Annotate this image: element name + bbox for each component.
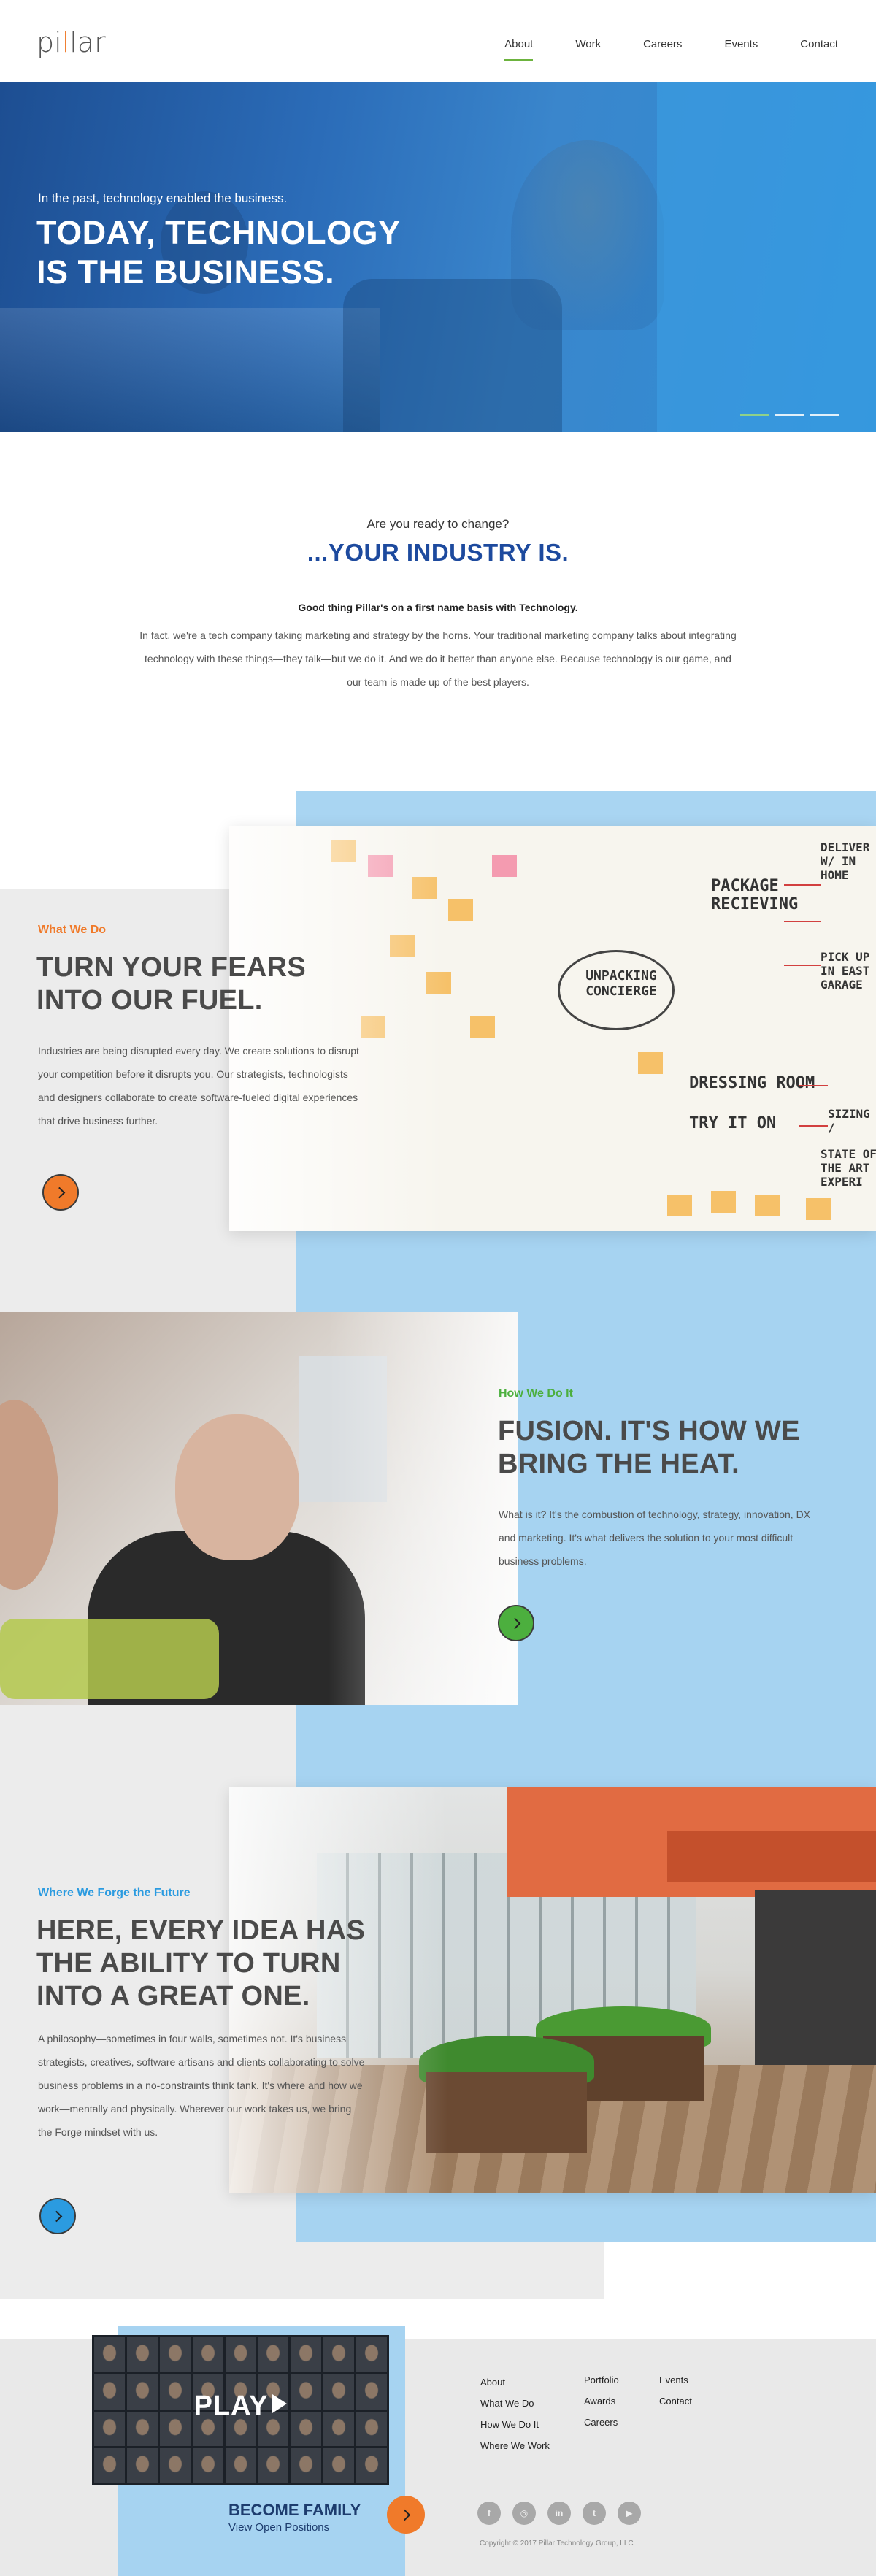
youtube-icon[interactable]: ▶ [618,2502,641,2525]
whiteboard-try: TRY IT ON [689,1114,777,1132]
nav-work[interactable]: Work [575,38,601,61]
whiteboard-pickup: PICK UP IN EAST GARAGE [821,950,870,992]
social-links: f ◎ in t ▶ [477,2502,641,2525]
intro-section: Are you ready to change? ...YOUR INDUSTR… [0,432,876,790]
footer-link-portfolio[interactable]: Portfolio [584,2369,619,2391]
forge-arrow-button[interactable] [39,2198,76,2234]
chevron-right-icon [50,2210,62,2222]
whiteboard-dressing: DRESSING ROOM [689,1074,815,1092]
footer-links-col3: Events Contact [659,2369,692,2412]
what-we-do-arrow-button[interactable] [42,1174,79,1211]
become-family-title[interactable]: BECOME FAMILY [228,2501,361,2520]
chevron-right-icon [53,1187,65,1198]
how-we-do-it-text: What is it? It's the combustion of techn… [499,1509,811,1567]
footer-link-what-we-do[interactable]: What We Do [480,2393,550,2414]
intro-body: In fact, we're a tech company taking mar… [139,629,737,688]
play-icon [272,2394,288,2413]
nav-contact[interactable]: Contact [800,38,838,61]
instagram-icon[interactable]: ◎ [512,2502,536,2525]
slider-dot-3[interactable] [810,414,840,416]
footer-link-how-we-do-it[interactable]: How We Do It [480,2414,550,2435]
what-we-do-text: Industries are being disrupted every day… [38,1045,359,1127]
chevron-right-icon [399,2509,410,2521]
become-family-arrow-button[interactable] [387,2496,425,2534]
whiteboard-sizing: SIZING / [828,1107,870,1135]
developer-photo [0,1312,518,1705]
footer-link-careers[interactable]: Careers [584,2412,619,2433]
footer-link-about[interactable]: About [480,2372,550,2393]
main-nav: About Work Careers Events Contact [462,38,838,61]
forge-title: HERE, EVERY IDEA HAS THE ABILITY TO TURN… [36,1915,366,2012]
play-button[interactable]: PLAY [92,2391,389,2422]
linkedin-icon[interactable]: in [548,2502,571,2525]
footer-link-contact[interactable]: Contact [659,2391,692,2412]
site-header: pillar About Work Careers Events Contact [0,0,876,82]
intro-lead: Good thing Pillar's on a first name basi… [298,602,578,613]
slider-dot-1[interactable] [740,414,769,416]
pillar-logo[interactable]: pillar [36,26,106,58]
whiteboard-deliver: DELIVER W/ IN HOME [821,840,870,882]
footer-link-events[interactable]: Events [659,2369,692,2391]
nav-careers[interactable]: Careers [643,38,682,61]
whiteboard-image: UNPACKING CONCIERGE PACKAGE RECIEVING DR… [229,826,876,1231]
hero-slider-dots [740,414,840,416]
chevron-right-icon [509,1617,520,1629]
nav-events[interactable]: Events [724,38,758,61]
footer-links-col2: Portfolio Awards Careers [584,2369,619,2433]
what-we-do-title: TURN YOUR FEARS INTO OUR FUEL. [36,952,307,1016]
copyright-text: Copyright © 2017 Pillar Technology Group… [480,2539,634,2548]
footer-link-awards[interactable]: Awards [584,2391,619,2412]
footer-link-where-we-work[interactable]: Where We Work [480,2435,550,2456]
nav-about[interactable]: About [504,38,534,61]
whiteboard-state: STATE OF THE ART EXPERI [821,1147,876,1189]
slider-dot-2[interactable] [775,414,804,416]
facebook-icon[interactable]: f [477,2502,501,2525]
intro-headline: ...YOUR INDUSTRY IS. [307,539,569,566]
intro-question: Are you ready to change? [366,517,510,531]
hero-subtitle: In the past, technology enabled the busi… [38,191,288,205]
twitter-icon[interactable]: t [583,2502,606,2525]
how-we-do-it-title: FUSION. IT'S HOW WE BRING THE HEAT. [498,1416,800,1479]
what-we-do-eyebrow: What We Do [38,924,107,936]
view-open-positions-link[interactable]: View Open Positions [228,2521,329,2534]
forge-eyebrow: Where We Forge the Future [38,1887,191,1899]
whiteboard-unpacking: UNPACKING CONCIERGE [585,968,657,999]
footer-links-col1: About What We Do How We Do It Where We W… [480,2372,550,2456]
whiteboard-package: PACKAGE RECIEVING [711,877,799,913]
how-we-do-it-arrow-button[interactable] [498,1605,534,1641]
team-video[interactable]: PLAY [92,2335,389,2485]
how-we-do-it-eyebrow: How We Do It [499,1387,573,1400]
hero-title: TODAY, TECHNOLOGY IS THE BUSINESS. [36,214,401,291]
hero-banner: In the past, technology enabled the busi… [0,82,876,432]
forge-text: A philosophy—sometimes in four walls, so… [38,2033,365,2138]
